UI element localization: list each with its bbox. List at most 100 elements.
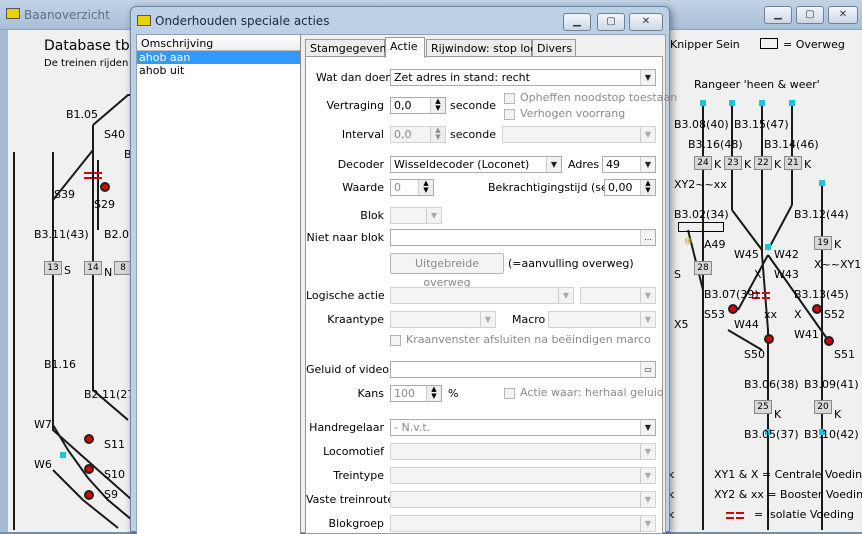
treintype-select[interactable]: ▼ <box>390 467 656 484</box>
label-b312: B3.12(44) <box>794 208 849 221</box>
niet-naar-blok-field[interactable]: ... <box>390 229 656 246</box>
label-s11: S11 <box>104 438 125 451</box>
chevron-down-icon: ▼ <box>640 492 655 507</box>
label-b315: B3.15(47) <box>734 118 789 131</box>
handregelaar-select[interactable]: - N.v.t. ▼ <box>390 419 656 436</box>
geluid-field[interactable]: ▭ <box>390 361 656 378</box>
decoder-select[interactable]: Wisseldecoder (Loconet) ▼ <box>390 156 562 173</box>
label-b310: B3.10(42) <box>804 428 859 441</box>
actions-list[interactable]: Omschrijving ahob aan ahob uit <box>137 35 301 534</box>
kans-stepper[interactable]: 100 ▲ ▼ <box>390 385 442 402</box>
block-22[interactable]: 22 <box>754 156 772 170</box>
label-x5: X5 <box>674 318 689 331</box>
list-item[interactable]: ahob aan <box>137 51 300 64</box>
interval-label: Interval <box>341 128 384 141</box>
uitgebreide-note: (=aanvulling overweg) <box>508 257 634 270</box>
label-b105: B1.05 <box>66 108 99 121</box>
block-13[interactable]: 13 <box>44 261 62 275</box>
signal-s52[interactable] <box>812 304 822 314</box>
kraantype-label: Kraantype <box>327 313 384 326</box>
bg-close-button[interactable]: ✕ <box>828 6 858 24</box>
chevron-down-icon: ▼ <box>640 288 655 303</box>
bg-minimize-button[interactable]: ▁ <box>764 6 792 24</box>
dialog-maximize-button[interactable]: ▢ <box>597 13 625 31</box>
logische-actie-select[interactable]: ▼ <box>390 287 574 304</box>
blokgroep-select[interactable]: ▼ <box>390 515 656 532</box>
stepper-icon: ▲ ▼ <box>418 180 433 195</box>
k-label-4: K <box>804 158 812 171</box>
kraantype-select[interactable]: ▼ <box>390 311 496 328</box>
interval-stepper[interactable]: 0,0 ▲ ▼ <box>390 126 446 143</box>
vaste-treinroute-select[interactable]: ▼ <box>390 491 656 508</box>
kraan-afsluiten-checkbox[interactable] <box>390 335 401 346</box>
signal-s29[interactable] <box>100 182 110 192</box>
label-b116: B1.16 <box>44 358 77 371</box>
label-s29: S29 <box>94 198 115 211</box>
bekrachtigingstijd-label: Bekrachtigingstijd (sec) <box>488 181 619 194</box>
block-28[interactable]: 28 <box>694 261 712 275</box>
label-b309: B3.09(41) <box>804 378 859 391</box>
block-23[interactable]: 23 <box>724 156 742 170</box>
signal-s53[interactable] <box>728 304 738 314</box>
vertraging-label: Vertraging <box>326 99 384 112</box>
dialog-close-button[interactable]: ✕ <box>629 13 663 31</box>
signal-s9[interactable] <box>84 490 94 500</box>
label-xy2: XY2~~xx <box>674 178 727 191</box>
overweg-icon[interactable] <box>678 222 724 232</box>
list-item[interactable]: ahob uit <box>137 64 300 77</box>
block-21[interactable]: 21 <box>784 156 802 170</box>
niet-naar-blok-label: Niet naar blok <box>306 231 384 244</box>
label-b316: B3.16(48) <box>688 138 743 151</box>
chevron-down-icon: ▼ <box>640 444 655 459</box>
list-header[interactable]: Omschrijving <box>137 35 300 51</box>
chevron-down-icon: ▼ <box>640 420 655 435</box>
waarde-stepper[interactable]: 0 ▲ ▼ <box>390 179 434 196</box>
stepper-icon: ▲ ▼ <box>640 180 655 195</box>
label-w41: W41 <box>794 328 819 341</box>
logische-actie-select-2[interactable]: ▼ <box>580 287 656 304</box>
verhogen-label: Verhogen voorrang <box>520 107 626 120</box>
signal-s11[interactable] <box>84 434 94 444</box>
vertraging-stepper[interactable]: 0,0 ▲ ▼ <box>390 97 446 114</box>
herhaal-checkbox[interactable] <box>504 388 515 399</box>
signal-s50[interactable] <box>764 334 774 344</box>
geluid-label: Geluid of video <box>306 363 389 376</box>
block-19[interactable]: 19 <box>814 236 832 250</box>
locomotief-select[interactable]: ▼ <box>390 443 656 460</box>
tab-divers[interactable]: Divers <box>532 39 576 57</box>
adres-select[interactable]: 49 ▼ <box>602 156 656 173</box>
adres-label: Adres <box>568 158 600 171</box>
block-20[interactable]: 20 <box>814 400 832 414</box>
knipper-sein-icon: ⊛ <box>684 236 693 247</box>
wat-doen-label: Wat dan doen <box>316 71 393 84</box>
dialog-minimize-button[interactable]: ▁ <box>563 13 591 31</box>
label-b313: B3.13(45) <box>794 288 849 301</box>
tab-stamgegevens[interactable]: Stamgegevens <box>305 39 392 57</box>
block-14[interactable]: 14 <box>84 261 102 275</box>
macro-select[interactable]: ▼ <box>548 311 656 328</box>
chevron-down-icon: ▼ <box>558 288 573 303</box>
chevron-down-icon: ▼ <box>640 312 655 327</box>
block-25[interactable]: 25 <box>754 400 772 414</box>
signal-s51[interactable] <box>824 336 834 346</box>
label-b307: B3.07(39) <box>704 288 759 301</box>
blok-select[interactable]: ▼ <box>390 207 442 224</box>
interval-select[interactable]: ▼ <box>502 126 656 143</box>
kraan-afsluiten-label: Kraanvenster afsluiten na beëindigen mar… <box>406 333 651 346</box>
bg-maximize-button[interactable]: ▢ <box>796 6 824 24</box>
tab-actie[interactable]: Actie <box>385 37 425 58</box>
verhogen-checkbox[interactable] <box>504 109 515 120</box>
block-24[interactable]: 24 <box>694 156 712 170</box>
k-label-5: K <box>834 238 842 251</box>
label-w42: W42 <box>774 248 799 261</box>
tab-rijwindow[interactable]: Rijwindow: stop loc <box>426 39 536 57</box>
bekrachtigingstijd-stepper[interactable]: 0,00 ▲ ▼ <box>604 179 656 196</box>
signal-s10[interactable] <box>84 464 94 474</box>
wat-doen-select[interactable]: Zet adres in stand: recht ▼ <box>390 69 656 86</box>
uitgebreide-overweg-button[interactable]: Uitgebreide overweg <box>390 253 504 289</box>
chevron-down-icon: ▼ <box>640 468 655 483</box>
blokgroep-label: Blokgroep <box>328 517 384 530</box>
opheffen-checkbox[interactable] <box>504 93 515 104</box>
chevron-down-icon: ▼ <box>640 157 655 172</box>
label-s53: S53 <box>704 308 725 321</box>
